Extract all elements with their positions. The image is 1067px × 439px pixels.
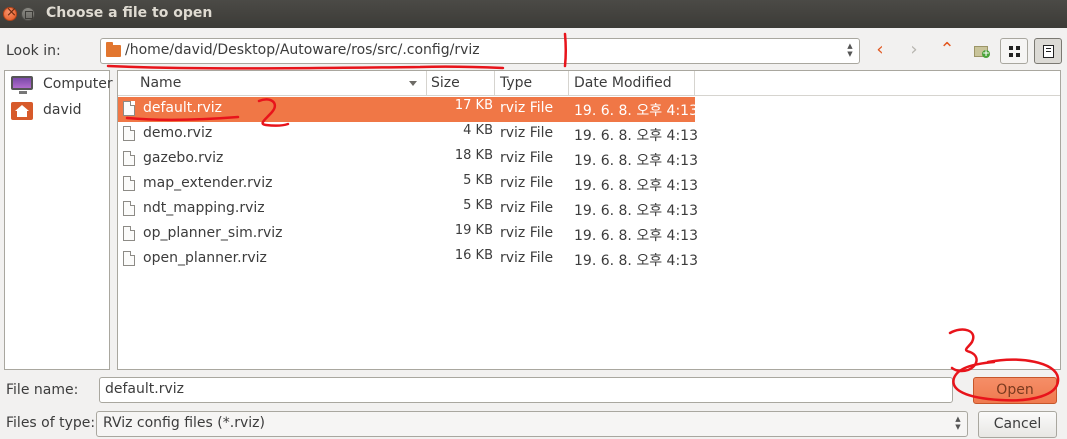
forward-button[interactable]: ›: [900, 38, 928, 64]
file-row[interactable]: demo.rviz 4 KB rviz File 19. 6. 8. 오후 4:…: [118, 122, 698, 147]
icon-view-button[interactable]: [1000, 38, 1028, 64]
folder-icon: [106, 42, 121, 57]
file-type: rviz File: [500, 250, 554, 266]
file-name: map_extender.rviz: [143, 175, 273, 191]
path-text: /home/david/Desktop/Autoware/ros/src/.co…: [125, 42, 480, 58]
file-list-header: Name Size Type Date Modified: [118, 71, 1060, 96]
minimize-window-button[interactable]: [21, 7, 35, 21]
file-icon: [123, 101, 135, 116]
places-sidebar: Computer david: [4, 70, 113, 370]
file-type: rviz File: [500, 175, 554, 191]
file-row[interactable]: default.rviz 17 KB rviz File 19. 6. 8. 오…: [118, 97, 698, 122]
title-bar: Choose a file to open: [0, 0, 1067, 28]
file-list[interactable]: Name Size Type Date Modified default.rvi…: [117, 70, 1061, 370]
file-size: 19 KB: [454, 223, 493, 238]
file-icon: [123, 226, 135, 241]
detail-view-button[interactable]: [1034, 38, 1062, 64]
column-size-label: Size: [431, 75, 460, 91]
file-name-input[interactable]: default.rviz: [99, 377, 953, 403]
home-folder-icon: [11, 102, 33, 120]
file-icon: [123, 151, 135, 166]
file-row[interactable]: op_planner_sim.rviz 19 KB rviz File 19. …: [118, 222, 698, 247]
sort-descending-icon: [409, 81, 417, 86]
files-of-type-select[interactable]: RViz config files (*.rviz) ▲ ▼: [96, 411, 968, 437]
file-date: 19. 6. 8. 오후 4:13: [574, 228, 698, 244]
column-header-type[interactable]: Type: [495, 71, 569, 95]
column-name-label: Name: [140, 75, 182, 91]
path-combo[interactable]: /home/david/Desktop/Autoware/ros/src/.co…: [100, 38, 860, 64]
back-button[interactable]: ‹: [866, 38, 894, 64]
file-name: demo.rviz: [143, 125, 213, 141]
detail-view-icon: [1043, 45, 1054, 58]
window-title: Choose a file to open: [46, 5, 213, 21]
path-underline-mark: [106, 64, 505, 70]
file-name: gazebo.rviz: [143, 150, 224, 166]
file-type: rviz File: [500, 200, 554, 216]
file-date: 19. 6. 8. 오후 4:13: [574, 153, 698, 169]
cancel-button[interactable]: Cancel: [978, 411, 1057, 438]
file-date: 19. 6. 8. 오후 4:13: [574, 128, 698, 144]
file-type: rviz File: [500, 125, 554, 141]
file-type: rviz File: [500, 225, 554, 241]
plus-icon: +: [982, 49, 990, 59]
column-date-label: Date Modified: [574, 75, 672, 91]
files-of-type-label: Files of type:: [6, 415, 96, 431]
file-icon: [123, 176, 135, 191]
files-of-type-value: RViz config files (*.rviz): [103, 415, 265, 431]
chevron-right-icon: ›: [910, 39, 918, 60]
look-in-label: Look in:: [6, 43, 61, 59]
chevron-left-icon: ‹: [876, 39, 884, 60]
column-header-size[interactable]: Size: [427, 71, 495, 95]
column-header-name[interactable]: Name: [118, 71, 427, 95]
computer-icon: [11, 76, 33, 94]
file-row[interactable]: ndt_mapping.rviz 5 KB rviz File 19. 6. 8…: [118, 197, 698, 222]
file-date: 19. 6. 8. 오후 4:13: [574, 203, 698, 219]
close-window-button[interactable]: [3, 5, 17, 21]
file-size: 16 KB: [454, 248, 493, 263]
column-header-date[interactable]: Date Modified: [569, 71, 695, 95]
file-size: 18 KB: [454, 148, 493, 163]
column-type-label: Type: [500, 75, 533, 91]
file-size: 17 KB: [454, 98, 493, 113]
file-name: open_planner.rviz: [143, 250, 267, 266]
file-icon: [123, 201, 135, 216]
place-label: Computer: [43, 76, 113, 92]
file-icon: [123, 251, 135, 266]
file-date: 19. 6. 8. 오후 4:13: [574, 178, 698, 194]
open-button[interactable]: Open: [973, 377, 1057, 404]
file-name: ndt_mapping.rviz: [143, 200, 265, 216]
file-row[interactable]: map_extender.rviz 5 KB rviz File 19. 6. …: [118, 172, 698, 197]
file-row[interactable]: gazebo.rviz 18 KB rviz File 19. 6. 8. 오후…: [118, 147, 698, 172]
new-folder-button[interactable]: +: [967, 38, 995, 64]
file-name: op_planner_sim.rviz: [143, 225, 283, 241]
file-size: 5 KB: [463, 173, 493, 188]
parent-folder-button[interactable]: ⌃: [933, 38, 961, 64]
file-date: 19. 6. 8. 오후 4:13: [574, 103, 698, 119]
file-date: 19. 6. 8. 오후 4:13: [574, 253, 698, 269]
place-label: david: [43, 102, 82, 118]
file-size: 4 KB: [463, 123, 493, 138]
file-name: default.rviz: [143, 100, 222, 116]
combo-arrows-icon: ▲ ▼: [955, 415, 961, 431]
chevron-up-icon: ⌃: [939, 39, 955, 60]
file-row[interactable]: open_planner.rviz 16 KB rviz File 19. 6.…: [118, 247, 698, 272]
file-size: 5 KB: [463, 198, 493, 213]
grid-view-icon: [1009, 46, 1020, 57]
file-icon: [123, 126, 135, 141]
file-type: rviz File: [500, 100, 554, 116]
file-type: rviz File: [500, 150, 554, 166]
combo-arrows-icon: ▲ ▼: [847, 42, 853, 58]
file-name-label: File name:: [6, 382, 79, 398]
